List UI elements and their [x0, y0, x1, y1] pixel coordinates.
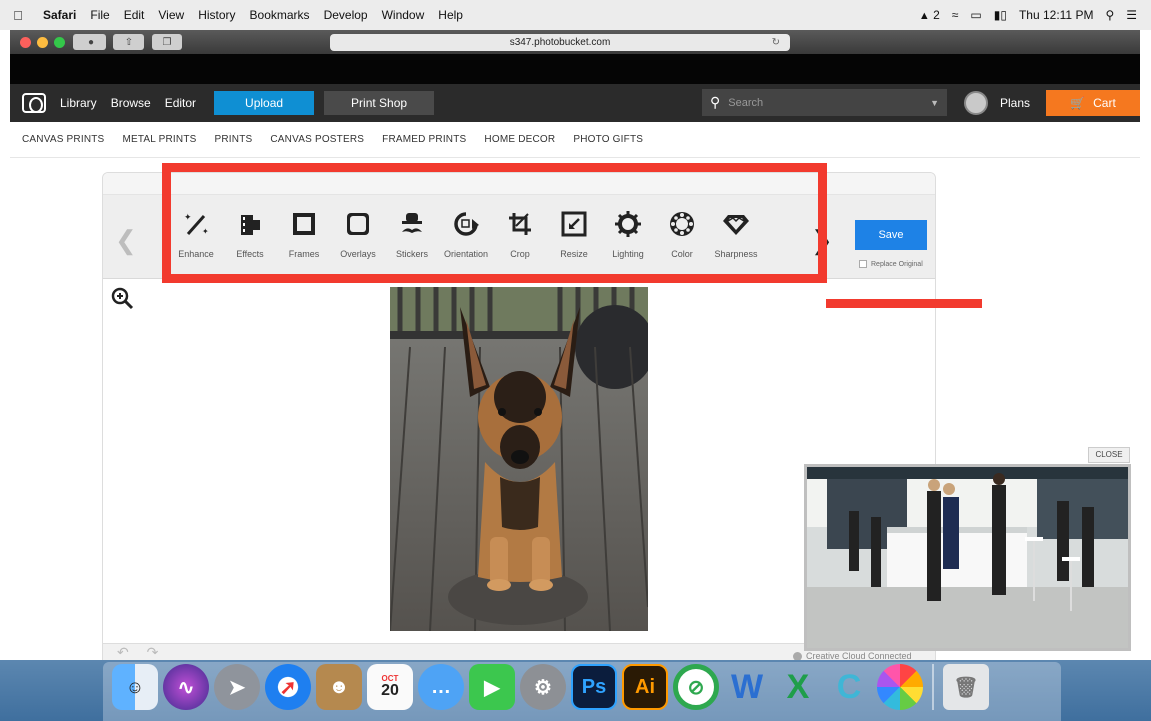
save-button[interactable]: Save: [855, 220, 927, 250]
photoshop-icon[interactable]: Ps: [571, 664, 617, 710]
photobucket-logo-icon[interactable]: [22, 93, 46, 113]
category-bar: CANVAS PRINTS METAL PRINTS PRINTS CANVAS…: [10, 122, 1140, 158]
cart-icon: 🛒: [1070, 96, 1086, 110]
close-window-icon[interactable]: [20, 36, 31, 48]
category-canvas-posters[interactable]: CANVAS POSTERS: [270, 134, 364, 145]
search-placeholder: Search: [728, 96, 764, 109]
finder-icon[interactable]: ☺: [112, 664, 158, 710]
upload-button[interactable]: Upload: [214, 91, 315, 115]
safari-toolbar: ‹ › ☷ s347.photobucket.com ↻ ● ⇧ ❐: [10, 30, 1140, 54]
screen:  Safari File Edit View History Bookmark…: [0, 0, 1151, 721]
menu-bar:  Safari File Edit View History Bookmark…: [0, 0, 1151, 30]
menu-view[interactable]: View: [151, 8, 191, 22]
messages-icon[interactable]: …: [418, 664, 464, 710]
nav-library[interactable]: Library: [60, 96, 97, 110]
category-home-decor[interactable]: HOME DECOR: [484, 134, 555, 145]
redo-icon[interactable]: ↷: [147, 644, 159, 660]
nav-browse[interactable]: Browse: [111, 96, 151, 110]
menu-bookmarks[interactable]: Bookmarks: [243, 8, 317, 22]
launchpad-icon[interactable]: ➤: [214, 664, 260, 710]
category-metal-prints[interactable]: METAL PRINTS: [122, 134, 196, 145]
photos-icon[interactable]: [877, 664, 923, 710]
c-app-icon[interactable]: C: [826, 664, 872, 710]
menu-status-area: ▲ 2 ≈ ▭ ▮▯ Thu 12:11 PM ⚲ ☰: [919, 8, 1151, 22]
maximize-window-icon[interactable]: [54, 36, 65, 48]
word-label: W: [730, 667, 764, 706]
replace-original-checkbox[interactable]: [859, 260, 867, 268]
undo-icon[interactable]: ↶: [117, 644, 129, 660]
downloads-icon[interactable]: ●: [76, 34, 106, 50]
menu-edit[interactable]: Edit: [117, 8, 152, 22]
category-prints[interactable]: PRINTS: [215, 134, 253, 145]
highlight-box: [162, 163, 827, 283]
spotlight-icon[interactable]: ⚲: [1105, 8, 1114, 22]
replace-original-option[interactable]: Replace Original: [859, 260, 923, 268]
zoom-in-icon[interactable]: [111, 287, 135, 316]
video-player[interactable]: [804, 464, 1131, 651]
share-icon[interactable]: ⇧: [114, 34, 144, 50]
excel-label: X: [786, 667, 810, 706]
window-controls: [20, 36, 65, 48]
cart-label: Cart: [1093, 96, 1116, 110]
menu-app-name[interactable]: Safari: [36, 8, 83, 22]
page-top-strip: [10, 54, 1140, 84]
menu-window[interactable]: Window: [375, 8, 432, 22]
siri-icon[interactable]: ∿: [163, 664, 209, 710]
safari-icon[interactable]: ➚: [265, 664, 311, 710]
excel-icon[interactable]: X: [775, 664, 821, 710]
illustrator-icon[interactable]: Ai: [622, 664, 668, 710]
menu-develop[interactable]: Develop: [317, 8, 375, 22]
search-icon: ⚲: [710, 94, 721, 110]
notification-center-icon[interactable]: ☰: [1126, 8, 1137, 22]
no-sign-app-icon[interactable]: ⊘: [673, 664, 719, 710]
airplay-icon[interactable]: ▭: [970, 8, 981, 22]
menu-help[interactable]: Help: [431, 8, 470, 22]
adobe-status-count: 2: [933, 8, 940, 22]
highlight-underline: [826, 299, 982, 308]
word-icon[interactable]: W: [724, 664, 770, 710]
calendar-icon[interactable]: OCT 20: [367, 664, 413, 710]
avatar[interactable]: [964, 91, 988, 115]
scroll-left-icon[interactable]: ❮: [115, 225, 137, 256]
illustrator-label: Ai: [635, 675, 655, 698]
dog-photo[interactable]: [390, 287, 648, 631]
dock-icons: ☺ ∿ ➤ ➚ ☻ OCT 20 … ▶ ⚙ Ps Ai ⊘ W X C 🗑: [112, 664, 989, 710]
search-input[interactable]: ⚲ Search ▼: [702, 89, 947, 116]
video-close-button[interactable]: CLOSE: [1088, 447, 1130, 463]
clock[interactable]: Thu 12:11 PM: [1019, 8, 1093, 22]
photoshop-label: Ps: [581, 675, 607, 698]
chevron-down-icon[interactable]: ▼: [930, 98, 939, 108]
trash-icon[interactable]: 🗑: [943, 664, 989, 710]
contacts-icon[interactable]: ☻: [316, 664, 362, 710]
c-app-label: C: [836, 667, 862, 706]
wifi-icon[interactable]: ≈: [952, 8, 959, 22]
nav-editor[interactable]: Editor: [165, 96, 196, 110]
apple-icon[interactable]: : [0, 8, 36, 23]
tabs-icon[interactable]: ❐: [152, 34, 182, 50]
category-canvas-prints[interactable]: CANVAS PRINTS: [22, 134, 104, 145]
menu-history[interactable]: History: [191, 8, 242, 22]
safari-actions: ● ⇧ ❐: [76, 34, 1132, 50]
dock-separator: [932, 664, 934, 710]
minimize-window-icon[interactable]: [37, 36, 48, 48]
menu-file[interactable]: File: [83, 8, 116, 22]
adobe-status[interactable]: ▲ 2: [919, 8, 940, 22]
calendar-day: 20: [381, 682, 399, 699]
print-shop-button[interactable]: Print Shop: [324, 91, 435, 115]
plans-link[interactable]: Plans: [1000, 96, 1030, 110]
system-preferences-icon[interactable]: ⚙: [520, 664, 566, 710]
battery-icon[interactable]: ▮▯: [994, 8, 1007, 22]
category-framed-prints[interactable]: FRAMED PRINTS: [382, 134, 466, 145]
replace-original-label: Replace Original: [871, 260, 923, 268]
cart-button[interactable]: 🛒 Cart: [1046, 90, 1140, 116]
category-photo-gifts[interactable]: PHOTO GIFTS: [573, 134, 643, 145]
facetime-icon[interactable]: ▶: [469, 664, 515, 710]
site-header: Library Browse Editor Upload Print Shop …: [10, 84, 1140, 122]
